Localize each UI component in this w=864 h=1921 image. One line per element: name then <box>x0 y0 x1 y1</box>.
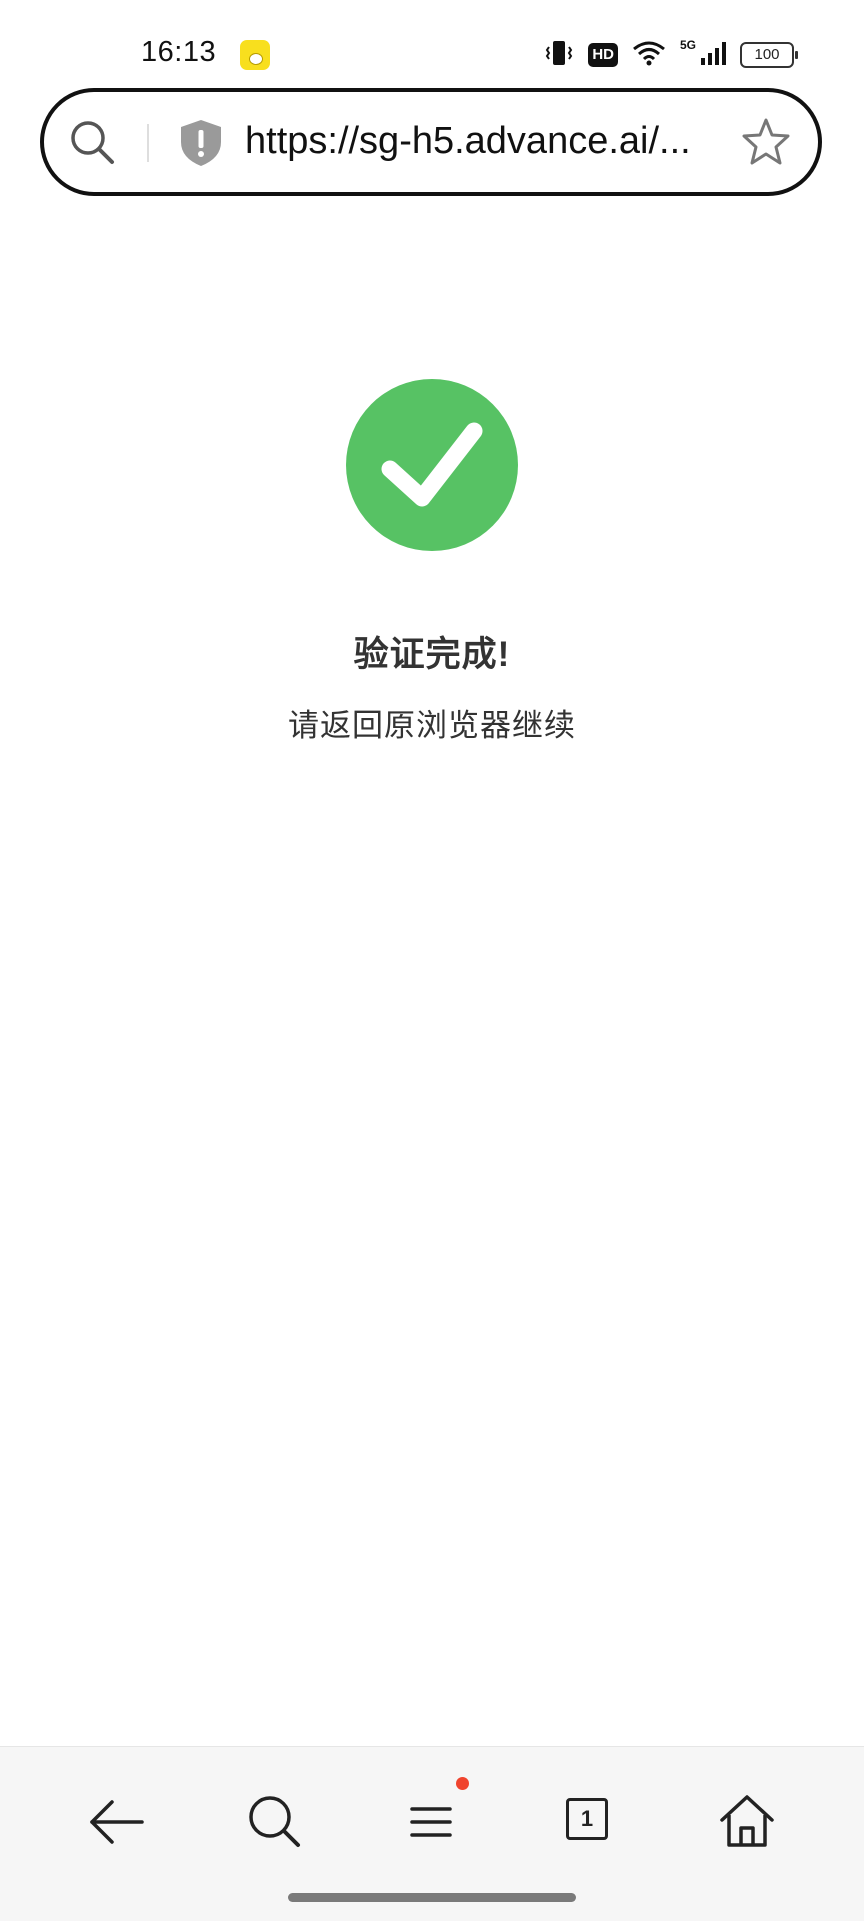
signal-icon <box>700 40 726 71</box>
address-bar[interactable]: https://sg-h5.advance.ai/... <box>40 88 822 196</box>
home-indicator[interactable] <box>288 1893 576 1902</box>
page-subtitle: 请返回原浏览器继续 <box>288 708 576 743</box>
home-button[interactable] <box>712 1787 782 1857</box>
page-title: 验证完成! <box>353 635 511 674</box>
wifi-icon <box>632 39 666 72</box>
notification-badge <box>456 1777 469 1790</box>
yellow-app-icon <box>240 40 270 70</box>
address-divider <box>147 124 149 162</box>
star-icon[interactable] <box>740 116 792 173</box>
url-text[interactable]: https://sg-h5.advance.ai/... <box>245 116 735 166</box>
back-button[interactable] <box>82 1787 152 1857</box>
status-icons: HD 5G 100 <box>544 38 798 73</box>
hd-icon: HD <box>588 43 618 67</box>
status-bar: 16:13 HD 5G 100 <box>0 0 864 84</box>
search-icon[interactable] <box>68 118 118 173</box>
home-icon <box>720 1795 774 1847</box>
battery-icon: 100 <box>740 42 798 68</box>
tabs-count: 1 <box>566 1798 608 1840</box>
warning-shield-icon[interactable] <box>178 118 224 173</box>
check-circle-icon <box>346 379 518 551</box>
menu-icon <box>410 1807 452 1837</box>
tabs-button[interactable]: 1 <box>554 1787 624 1857</box>
search-icon <box>249 1796 300 1847</box>
status-time: 16:13 <box>141 36 217 68</box>
menu-button[interactable] <box>396 1777 469 1857</box>
search-button[interactable] <box>240 1787 310 1857</box>
network-type-label: 5G <box>679 38 696 52</box>
vibrate-icon <box>544 38 574 73</box>
arrow-left-icon <box>90 1800 144 1844</box>
